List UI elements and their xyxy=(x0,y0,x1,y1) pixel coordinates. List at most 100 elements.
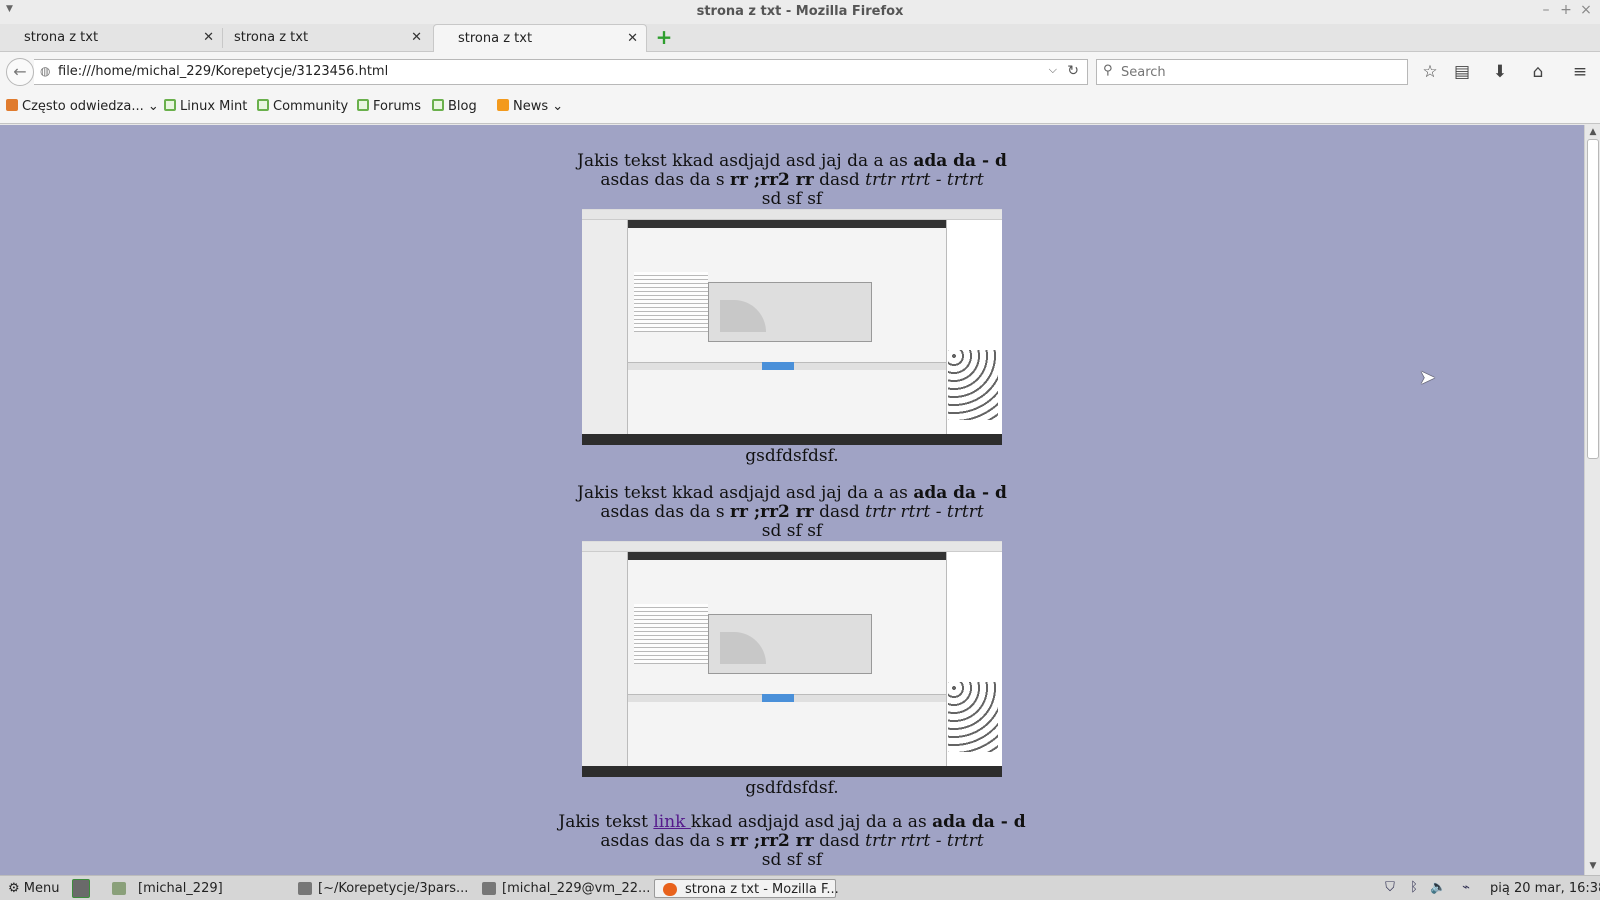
bookmark-folder-most-visited[interactable]: Często odwiedza... ⌄ xyxy=(6,99,159,114)
bookmark-linux-mint[interactable]: Linux Mint xyxy=(164,99,247,114)
tab-label: strona z txt xyxy=(458,31,533,46)
firefox-icon xyxy=(663,883,677,896)
text-link[interactable]: link xyxy=(653,812,691,832)
close-window-button[interactable]: × xyxy=(1578,2,1594,18)
text-plain: kkad asdjajd asd jaj da a as xyxy=(690,812,933,832)
scroll-up-arrow-icon[interactable]: ▲ xyxy=(1587,127,1599,139)
content-block-3: Jakis tekst link kkad asdjajd asd jaj da… xyxy=(0,813,1584,870)
start-menu-button[interactable]: ⚙ Menu xyxy=(8,879,60,898)
maximize-button[interactable]: + xyxy=(1558,2,1574,18)
text-bold: rr ;rr2 rr xyxy=(730,170,814,190)
volume-icon[interactable]: 🔈 xyxy=(1430,880,1446,896)
terminal-icon xyxy=(298,882,312,895)
minimize-button[interactable]: – xyxy=(1538,2,1554,18)
tab-1[interactable]: strona z txt ✕ xyxy=(0,24,222,52)
mint-icon xyxy=(257,99,269,111)
taskbar-window-firefox-active[interactable]: strona z txt - Mozilla F... xyxy=(654,879,839,898)
text-bold: rr ;rr2 rr xyxy=(730,502,814,522)
embedded-screenshot-image xyxy=(582,541,1002,777)
navigation-toolbar: ← ◍ file:///home/michal_229/Korepetycje/… xyxy=(0,52,1600,92)
text-line: sd sf sf xyxy=(761,521,823,541)
taskbar-window-3[interactable]: [michal_229@vm_22... xyxy=(480,879,650,898)
taskbar-window-label: [michal_229] xyxy=(138,881,223,896)
scroll-down-arrow-icon[interactable]: ▼ xyxy=(1587,861,1599,873)
new-tab-plus-icon[interactable]: + xyxy=(654,27,674,47)
network-icon[interactable]: ⌁ xyxy=(1458,880,1474,896)
text-line: Jakis tekst link kkad asdjajd asd jaj da… xyxy=(0,813,1584,832)
url-text[interactable]: file:///home/michal_229/Korepetycje/3123… xyxy=(58,64,388,79)
window-title: strona z txt - Mozilla Firefox xyxy=(696,4,904,19)
text-plain: dasd xyxy=(813,170,866,190)
taskbar-window-label: strona z txt - Mozilla F... xyxy=(685,882,839,897)
text-italic: trtr rtrt - trtrt xyxy=(865,170,984,190)
taskbar-window-1[interactable]: [michal_229] xyxy=(116,879,223,898)
text-italic: trtr rtrt - trtrt xyxy=(865,831,984,851)
mouse-pointer-icon: ➤ xyxy=(1419,365,1436,389)
text-line: asdas das da s rr ;rr2 rr dasd trtr rtrt… xyxy=(0,503,1584,522)
tab-3-active[interactable]: strona z txt ✕ xyxy=(433,24,647,53)
taskbar-window-label: [michal_229@vm_22... xyxy=(502,881,651,896)
bookmark-label: Community xyxy=(273,99,349,114)
close-tab-icon[interactable]: ✕ xyxy=(411,30,422,45)
text-plain: asdas das da s xyxy=(600,831,731,851)
image-caption: gsdfdsfdsf. xyxy=(745,778,839,798)
bluetooth-icon[interactable]: ᛒ xyxy=(1406,880,1422,896)
bookmark-star-icon[interactable]: ☆ xyxy=(1418,60,1442,84)
search-bar[interactable]: ⚲ xyxy=(1096,59,1408,85)
tab-label: strona z txt xyxy=(234,30,309,45)
bookmark-blog[interactable]: Blog xyxy=(432,99,477,114)
shield-icon[interactable]: ⛉ xyxy=(1382,880,1398,896)
taskbar-window-2[interactable]: [~/Korepetycje/3pars... xyxy=(296,879,468,898)
url-bar[interactable]: ◍ file:///home/michal_229/Korepetycje/31… xyxy=(34,59,1088,85)
content-block-1: Jakis tekst kkad asdjajd asd jaj da a as… xyxy=(0,152,1584,466)
bookmark-news-feed[interactable]: News ⌄ xyxy=(497,99,563,114)
text-line: asdas das da s rr ;rr2 rr dasd trtr rtrt… xyxy=(0,832,1584,851)
history-dropdown-icon[interactable]: ⌵ xyxy=(1049,63,1057,77)
text-plain: Jakis tekst kkad asdjajd asd jaj da a as xyxy=(577,483,914,503)
download-arrow-icon[interactable]: ⬇ xyxy=(1488,60,1512,84)
reading-list-icon[interactable]: ▤ xyxy=(1450,60,1474,84)
back-arrow-icon[interactable]: ← xyxy=(6,58,34,86)
text-line: Jakis tekst kkad asdjajd asd jaj da a as… xyxy=(0,152,1584,171)
text-bold: ada da - d xyxy=(913,483,1007,503)
globe-icon: ◍ xyxy=(40,64,51,78)
tab-2[interactable]: strona z txt ✕ xyxy=(210,24,430,52)
search-icon: ⚲ xyxy=(1103,63,1113,78)
mint-icon xyxy=(164,99,176,111)
text-bold: ada da - d xyxy=(913,151,1007,171)
hamburger-menu-icon[interactable]: ≡ xyxy=(1568,60,1592,84)
image-caption: gsdfdsfdsf. xyxy=(745,446,839,466)
gear-icon: ⚙ xyxy=(8,881,20,896)
folder-icon xyxy=(6,99,18,111)
text-line: sd sf sf xyxy=(761,850,823,870)
reload-icon[interactable]: ↻ xyxy=(1067,63,1079,79)
page-content[interactable]: Jakis tekst kkad asdjajd asd jaj da a as… xyxy=(0,125,1584,875)
vertical-scrollbar[interactable]: ▲ ▼ xyxy=(1584,125,1600,875)
text-line: sd sf sf xyxy=(761,189,823,209)
bookmark-forums[interactable]: Forums xyxy=(357,99,421,114)
home-icon[interactable]: ⌂ xyxy=(1526,60,1550,84)
terminal-icon xyxy=(482,882,496,895)
system-taskbar: ⚙ Menu [michal_229] [~/Korepetycje/3pars… xyxy=(0,875,1600,900)
text-line: Jakis tekst kkad asdjajd asd jaj da a as… xyxy=(0,484,1584,503)
rss-icon xyxy=(497,99,509,111)
bookmarks-toolbar: Często odwiedza... ⌄ Linux Mint Communit… xyxy=(0,92,1600,124)
text-plain: asdas das da s xyxy=(600,170,731,190)
text-line: asdas das da s rr ;rr2 rr dasd trtr rtrt… xyxy=(0,171,1584,190)
scrollbar-thumb[interactable] xyxy=(1587,139,1599,459)
text-plain: dasd xyxy=(813,831,866,851)
text-italic: trtr rtrt - trtrt xyxy=(865,502,984,522)
search-input[interactable] xyxy=(1121,63,1401,81)
tab-strip: strona z txt ✕ strona z txt ✕ strona z t… xyxy=(0,24,1600,53)
show-desktop-icon[interactable] xyxy=(72,879,90,898)
bookmark-community[interactable]: Community xyxy=(257,99,348,114)
bookmark-label: Forums xyxy=(373,99,421,114)
text-plain: Jakis tekst kkad asdjajd asd jaj da a as xyxy=(577,151,914,171)
tab-label: strona z txt xyxy=(24,30,99,45)
title-bar: ▼ strona z txt - Mozilla Firefox – + × xyxy=(0,0,1600,24)
text-bold: rr ;rr2 rr xyxy=(730,831,814,851)
close-tab-icon[interactable]: ✕ xyxy=(627,31,638,46)
bookmark-label: Często odwiedza... xyxy=(22,99,144,114)
clock[interactable]: pią 20 mar, 16:38 xyxy=(1490,879,1600,898)
text-plain: Jakis tekst xyxy=(558,812,654,832)
